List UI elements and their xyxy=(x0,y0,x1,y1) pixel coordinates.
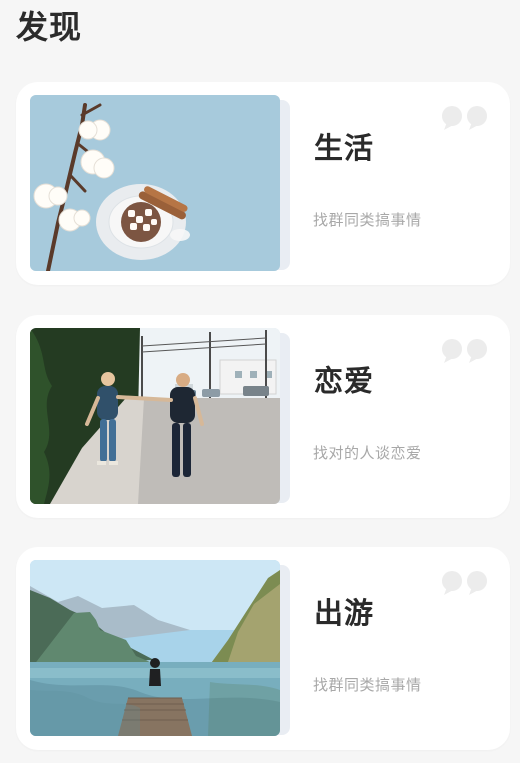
page-title: 发现 xyxy=(16,8,83,46)
card-title: 出游 xyxy=(314,596,375,630)
card-love[interactable]: 恋爱 找对的人谈恋爱 xyxy=(16,315,510,518)
card-travel[interactable]: 出游 找群同类搞事情 xyxy=(16,547,510,750)
quote-icon xyxy=(442,106,487,130)
card-title: 生活 xyxy=(314,131,375,165)
card-subtitle: 找群同类搞事情 xyxy=(313,211,422,229)
card-image-travel[interactable] xyxy=(30,560,280,736)
card-subtitle: 找群同类搞事情 xyxy=(313,676,422,694)
couple-walking-photo xyxy=(30,328,280,504)
cotton-cocoa-photo xyxy=(30,95,280,271)
card-subtitle: 找对的人谈恋爱 xyxy=(313,444,422,462)
quote-icon xyxy=(442,339,487,363)
card-image-life[interactable] xyxy=(30,95,280,271)
card-image-love[interactable] xyxy=(30,328,280,504)
lake-mountains-photo xyxy=(30,560,280,736)
card-title: 恋爱 xyxy=(314,364,375,398)
quote-icon xyxy=(442,571,487,595)
card-life[interactable]: 生活 找群同类搞事情 xyxy=(16,82,510,285)
